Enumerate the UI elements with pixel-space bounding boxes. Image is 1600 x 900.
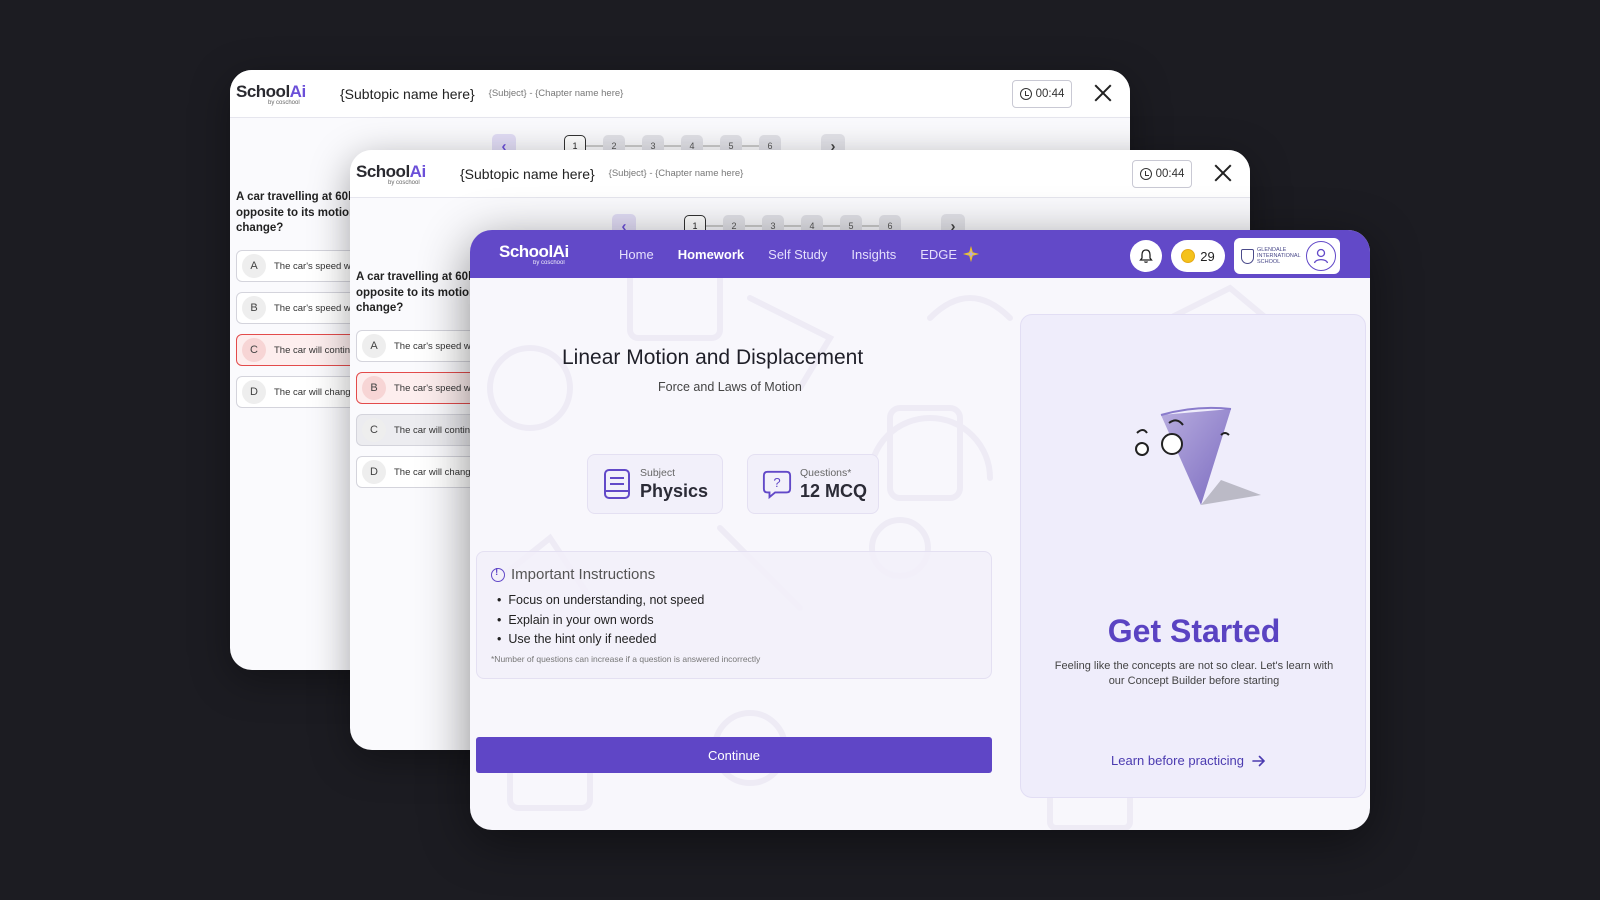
nav-self-study[interactable]: Self Study <box>768 245 827 263</box>
arrow-right-icon <box>1252 755 1266 766</box>
coin-icon <box>1181 249 1196 263</box>
timer: 00:44 <box>1012 80 1072 108</box>
homework-content: Linear Motion and Displacement Force and… <box>470 278 1370 830</box>
school-logo: GLENDALE INTERNATIONAL SCHOOL <box>1241 247 1300 265</box>
sparkle-icon <box>962 245 980 263</box>
quiz-header: SchoolAi by coschool {Subtopic name here… <box>350 150 1250 198</box>
nav-edge[interactable]: EDGE <box>920 245 980 263</box>
get-started-title: Get Started <box>1107 613 1281 649</box>
subject-chapter: {Subject} - {Chapter name here} <box>608 168 744 179</box>
instruction-item: Focus on understanding, not speed <box>497 591 977 611</box>
bell-icon <box>1139 249 1153 263</box>
homework-window: SchoolAi by coschool Home Homework Self … <box>470 230 1370 830</box>
instructions-heading: Important Instructions <box>511 566 656 583</box>
school-profile[interactable]: GLENDALE INTERNATIONAL SCHOOL <box>1234 238 1340 274</box>
notifications-button[interactable] <box>1130 240 1162 272</box>
instructions-panel: Important Instructions Focus on understa… <box>476 551 992 679</box>
close-icon[interactable] <box>1090 80 1116 106</box>
instruction-item: Use the hint only if needed <box>497 630 977 650</box>
info-icon <box>491 567 505 582</box>
clock-icon <box>1139 168 1152 180</box>
questions-value: 12 MCQ <box>800 480 868 501</box>
subtopic-title: {Subtopic name here} <box>340 85 475 102</box>
get-started-card: Get Started Feeling like the concepts ar… <box>1020 314 1366 798</box>
clock-icon <box>1019 88 1032 100</box>
book-icon <box>604 469 630 499</box>
mascot-illustration <box>1135 406 1261 505</box>
lesson-title: Linear Motion and Displacement <box>562 346 864 369</box>
schoolai-logo[interactable]: SchoolAi by coschool <box>499 242 581 266</box>
top-nav: SchoolAi by coschool Home Homework Self … <box>470 230 1370 278</box>
subject-chapter: {Subject} - {Chapter name here} <box>488 88 624 99</box>
nav-homework[interactable]: Homework <box>678 245 744 263</box>
schoolai-logo: SchoolAi by coschool <box>236 81 306 106</box>
chapter-name: Force and Laws of Motion <box>658 380 802 394</box>
subject-value: Physics <box>640 480 709 501</box>
schoolai-logo: SchoolAi by coschool <box>356 161 426 186</box>
nav-home[interactable]: Home <box>619 245 654 263</box>
school-crest-icon <box>1241 248 1254 264</box>
user-icon[interactable] <box>1306 241 1336 271</box>
learn-before-practicing-link[interactable]: Learn before practicing <box>1111 753 1266 768</box>
question-icon: ? <box>762 470 792 500</box>
subtopic-title: {Subtopic name here} <box>460 165 595 182</box>
coin-balance[interactable]: 29 <box>1171 240 1225 272</box>
nav-insights[interactable]: Insights <box>851 245 896 263</box>
timer: 00:44 <box>1132 160 1192 188</box>
get-started-text: Feeling like the concepts are not so cle… <box>1054 660 1334 687</box>
instructions-note: *Number of questions can increase if a q… <box>491 653 761 664</box>
quiz-header: SchoolAi by coschool {Subtopic name here… <box>230 70 1130 118</box>
instruction-item: Explain in your own words <box>497 611 977 631</box>
questions-card: ? Questions* 12 MCQ <box>747 454 879 514</box>
continue-button[interactable]: Continue <box>476 737 992 773</box>
close-icon[interactable] <box>1210 160 1236 186</box>
subject-card: Subject Physics <box>587 454 723 514</box>
svg-text:?: ? <box>773 475 780 490</box>
